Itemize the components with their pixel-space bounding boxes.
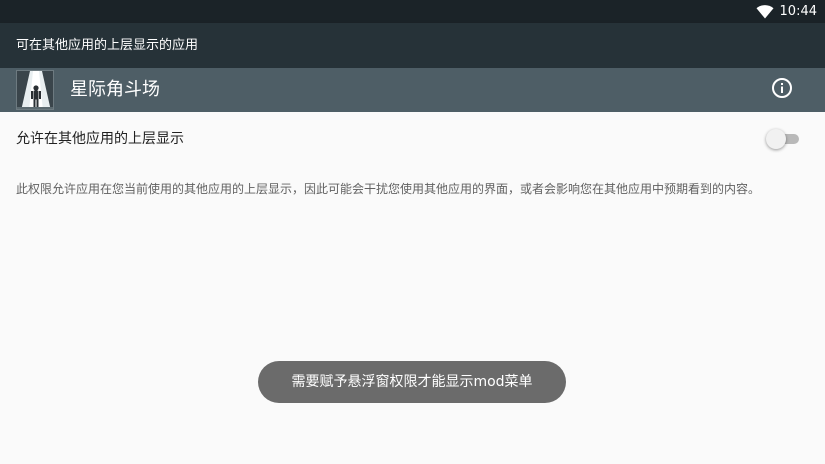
- app-name: 星际角斗场: [70, 79, 160, 100]
- info-button[interactable]: [764, 72, 800, 108]
- toggle-thumb: [766, 129, 786, 149]
- page-title: 可在其他应用的上层显示的应用: [16, 38, 199, 53]
- info-icon: [771, 77, 793, 103]
- wifi-icon: [756, 4, 774, 19]
- permission-row[interactable]: 允许在其他应用的上层显示: [0, 112, 825, 166]
- status-bar: 10:44: [0, 0, 825, 23]
- status-time: 10:44: [779, 4, 817, 19]
- status-icons: 10:44: [756, 0, 817, 23]
- toolbar: 可在其他应用的上层显示的应用: [0, 23, 825, 68]
- app-header: 星际角斗场: [0, 68, 825, 112]
- app-icon: [16, 70, 54, 110]
- permission-description: 此权限允许应用在您当前使用的其他应用的上层显示，因此可能会干扰您使用其他应用的界…: [16, 182, 761, 196]
- overlay-permission-toggle[interactable]: [766, 129, 802, 149]
- toast-message: 需要赋予悬浮窗权限才能显示mod菜单: [258, 361, 566, 403]
- permission-label: 允许在其他应用的上层显示: [16, 131, 184, 147]
